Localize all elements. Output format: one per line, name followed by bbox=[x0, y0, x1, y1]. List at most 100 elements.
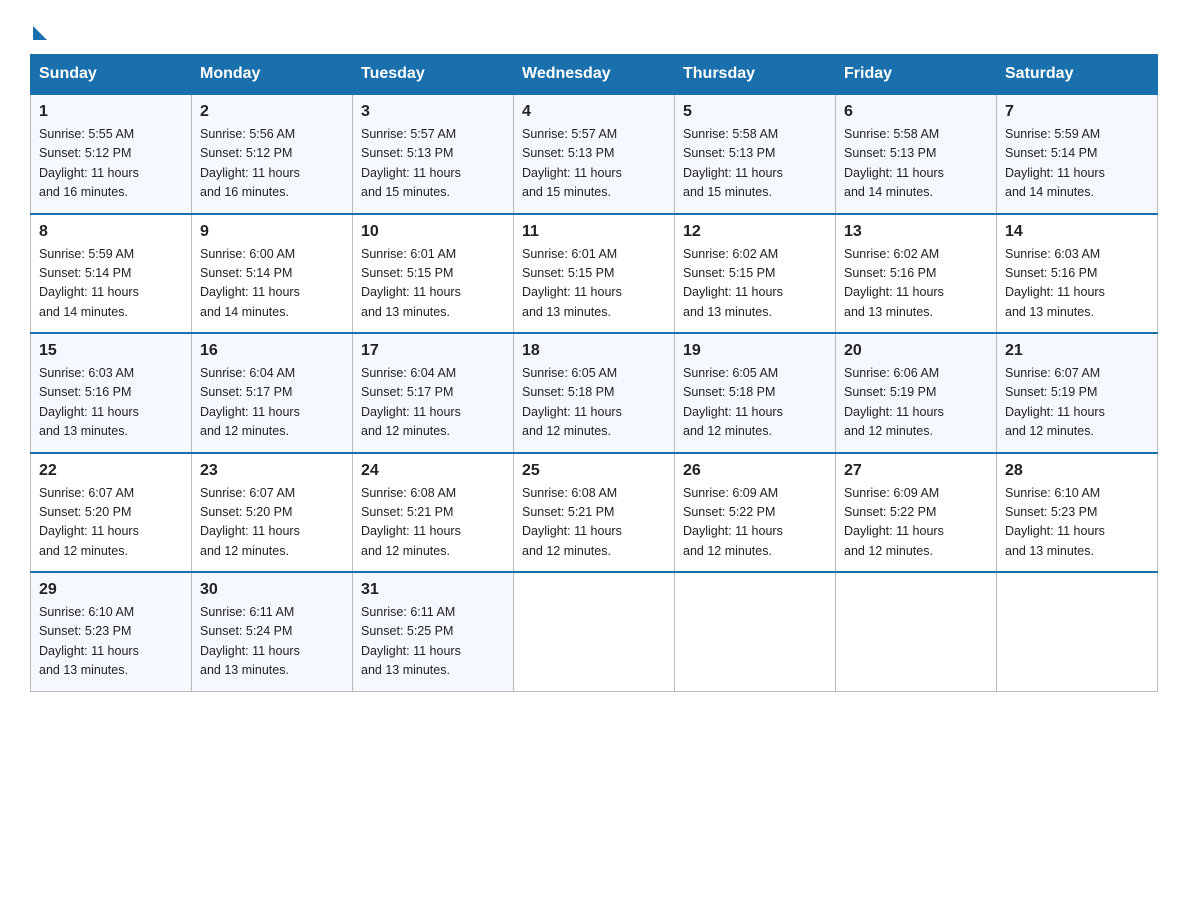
calendar-cell: 19 Sunrise: 6:05 AMSunset: 5:18 PMDayligh… bbox=[675, 333, 836, 453]
calendar-cell: 4Sunrise: 5:57 AMSunset: 5:13 PMDaylight… bbox=[514, 94, 675, 214]
day-info: Sunrise: 6:02 AMSunset: 5:16 PMDaylight:… bbox=[844, 245, 988, 323]
day-number: 3 bbox=[361, 103, 505, 121]
calendar-cell: 25 Sunrise: 6:08 AMSunset: 5:21 PMDayligh… bbox=[514, 453, 675, 573]
calendar-cell: 22Sunrise: 6:07 AMSunset: 5:20 PMDayligh… bbox=[31, 453, 192, 573]
day-number: 18 bbox=[522, 342, 666, 360]
calendar-cell: 12 Sunrise: 6:02 AMSunset: 5:15 PMDayligh… bbox=[675, 214, 836, 334]
day-info: Sunrise: 6:05 AMSunset: 5:18 PMDaylight:… bbox=[683, 364, 827, 442]
day-info: Sunrise: 6:11 AMSunset: 5:24 PMDaylight:… bbox=[200, 603, 344, 681]
day-number: 9 bbox=[200, 223, 344, 241]
day-number: 23 bbox=[200, 462, 344, 480]
day-number: 15 bbox=[39, 342, 183, 360]
week-row-3: 15Sunrise: 6:03 AMSunset: 5:16 PMDayligh… bbox=[31, 333, 1158, 453]
day-number: 31 bbox=[361, 581, 505, 599]
calendar-cell: 1Sunrise: 5:55 AMSunset: 5:12 PMDaylight… bbox=[31, 94, 192, 214]
header-friday: Friday bbox=[836, 55, 997, 95]
calendar-cell: 2 Sunrise: 5:56 AMSunset: 5:12 PMDaylight… bbox=[192, 94, 353, 214]
day-number: 19 bbox=[683, 342, 827, 360]
calendar-cell: 8 Sunrise: 5:59 AMSunset: 5:14 PMDaylight… bbox=[31, 214, 192, 334]
day-info: Sunrise: 5:56 AMSunset: 5:12 PMDaylight:… bbox=[200, 125, 344, 203]
day-number: 7 bbox=[1005, 103, 1149, 121]
calendar-cell: 26Sunrise: 6:09 AMSunset: 5:22 PMDayligh… bbox=[675, 453, 836, 573]
header-sunday: Sunday bbox=[31, 55, 192, 95]
day-number: 14 bbox=[1005, 223, 1149, 241]
day-info: Sunrise: 6:00 AMSunset: 5:14 PMDaylight:… bbox=[200, 245, 344, 323]
calendar-header-row: SundayMondayTuesdayWednesdayThursdayFrid… bbox=[31, 55, 1158, 95]
day-number: 17 bbox=[361, 342, 505, 360]
day-info: Sunrise: 6:01 AMSunset: 5:15 PMDaylight:… bbox=[361, 245, 505, 323]
header-wednesday: Wednesday bbox=[514, 55, 675, 95]
calendar-cell: 7 Sunrise: 5:59 AMSunset: 5:14 PMDaylight… bbox=[997, 94, 1158, 214]
day-info: Sunrise: 5:58 AMSunset: 5:13 PMDaylight:… bbox=[844, 125, 988, 203]
calendar-cell: 30 Sunrise: 6:11 AMSunset: 5:24 PMDayligh… bbox=[192, 572, 353, 691]
day-info: Sunrise: 6:01 AMSunset: 5:15 PMDaylight:… bbox=[522, 245, 666, 323]
page-header bbox=[30, 20, 1158, 36]
day-info: Sunrise: 5:57 AMSunset: 5:13 PMDaylight:… bbox=[361, 125, 505, 203]
day-info: Sunrise: 6:07 AMSunset: 5:20 PMDaylight:… bbox=[200, 484, 344, 562]
calendar-cell: 14 Sunrise: 6:03 AMSunset: 5:16 PMDayligh… bbox=[997, 214, 1158, 334]
header-tuesday: Tuesday bbox=[353, 55, 514, 95]
day-number: 8 bbox=[39, 223, 183, 241]
day-info: Sunrise: 6:04 AMSunset: 5:17 PMDaylight:… bbox=[200, 364, 344, 442]
day-info: Sunrise: 5:59 AMSunset: 5:14 PMDaylight:… bbox=[39, 245, 183, 323]
calendar-cell: 23 Sunrise: 6:07 AMSunset: 5:20 PMDayligh… bbox=[192, 453, 353, 573]
calendar-cell: 6 Sunrise: 5:58 AMSunset: 5:13 PMDaylight… bbox=[836, 94, 997, 214]
logo-arrow-icon bbox=[33, 26, 47, 40]
day-info: Sunrise: 6:10 AMSunset: 5:23 PMDaylight:… bbox=[39, 603, 183, 681]
day-info: Sunrise: 6:06 AMSunset: 5:19 PMDaylight:… bbox=[844, 364, 988, 442]
day-info: Sunrise: 5:57 AMSunset: 5:13 PMDaylight:… bbox=[522, 125, 666, 203]
header-monday: Monday bbox=[192, 55, 353, 95]
day-info: Sunrise: 6:04 AMSunset: 5:17 PMDaylight:… bbox=[361, 364, 505, 442]
day-info: Sunrise: 6:08 AMSunset: 5:21 PMDaylight:… bbox=[522, 484, 666, 562]
calendar-cell: 16 Sunrise: 6:04 AMSunset: 5:17 PMDayligh… bbox=[192, 333, 353, 453]
day-info: Sunrise: 6:08 AMSunset: 5:21 PMDaylight:… bbox=[361, 484, 505, 562]
calendar-cell: 21 Sunrise: 6:07 AMSunset: 5:19 PMDayligh… bbox=[997, 333, 1158, 453]
day-number: 21 bbox=[1005, 342, 1149, 360]
calendar-cell: 9 Sunrise: 6:00 AMSunset: 5:14 PMDaylight… bbox=[192, 214, 353, 334]
day-info: Sunrise: 6:11 AMSunset: 5:25 PMDaylight:… bbox=[361, 603, 505, 681]
day-number: 29 bbox=[39, 581, 183, 599]
day-info: Sunrise: 6:02 AMSunset: 5:15 PMDaylight:… bbox=[683, 245, 827, 323]
calendar-cell: 10 Sunrise: 6:01 AMSunset: 5:15 PMDayligh… bbox=[353, 214, 514, 334]
day-number: 16 bbox=[200, 342, 344, 360]
day-info: Sunrise: 6:05 AMSunset: 5:18 PMDaylight:… bbox=[522, 364, 666, 442]
day-number: 2 bbox=[200, 103, 344, 121]
calendar-cell: 17 Sunrise: 6:04 AMSunset: 5:17 PMDayligh… bbox=[353, 333, 514, 453]
logo bbox=[30, 20, 47, 36]
calendar-cell: 29 Sunrise: 6:10 AMSunset: 5:23 PMDayligh… bbox=[31, 572, 192, 691]
calendar-cell: 31 Sunrise: 6:11 AMSunset: 5:25 PMDayligh… bbox=[353, 572, 514, 691]
day-number: 10 bbox=[361, 223, 505, 241]
day-number: 30 bbox=[200, 581, 344, 599]
day-number: 5 bbox=[683, 103, 827, 121]
day-info: Sunrise: 6:09 AMSunset: 5:22 PMDaylight:… bbox=[844, 484, 988, 562]
day-number: 28 bbox=[1005, 462, 1149, 480]
day-number: 6 bbox=[844, 103, 988, 121]
calendar-table: SundayMondayTuesdayWednesdayThursdayFrid… bbox=[30, 54, 1158, 692]
header-thursday: Thursday bbox=[675, 55, 836, 95]
day-number: 20 bbox=[844, 342, 988, 360]
calendar-cell bbox=[514, 572, 675, 691]
calendar-cell bbox=[836, 572, 997, 691]
day-number: 24 bbox=[361, 462, 505, 480]
calendar-cell: 20 Sunrise: 6:06 AMSunset: 5:19 PMDayligh… bbox=[836, 333, 997, 453]
day-info: Sunrise: 5:58 AMSunset: 5:13 PMDaylight:… bbox=[683, 125, 827, 203]
day-info: Sunrise: 6:07 AMSunset: 5:20 PMDaylight:… bbox=[39, 484, 183, 562]
day-number: 1 bbox=[39, 103, 183, 121]
day-info: Sunrise: 6:10 AMSunset: 5:23 PMDaylight:… bbox=[1005, 484, 1149, 562]
header-saturday: Saturday bbox=[997, 55, 1158, 95]
calendar-cell: 24 Sunrise: 6:08 AMSunset: 5:21 PMDayligh… bbox=[353, 453, 514, 573]
calendar-cell bbox=[997, 572, 1158, 691]
day-info: Sunrise: 6:09 AMSunset: 5:22 PMDaylight:… bbox=[683, 484, 827, 562]
calendar-cell: 3 Sunrise: 5:57 AMSunset: 5:13 PMDaylight… bbox=[353, 94, 514, 214]
day-info: Sunrise: 6:03 AMSunset: 5:16 PMDaylight:… bbox=[1005, 245, 1149, 323]
day-number: 13 bbox=[844, 223, 988, 241]
day-info: Sunrise: 5:59 AMSunset: 5:14 PMDaylight:… bbox=[1005, 125, 1149, 203]
calendar-cell: 27Sunrise: 6:09 AMSunset: 5:22 PMDayligh… bbox=[836, 453, 997, 573]
day-number: 12 bbox=[683, 223, 827, 241]
calendar-cell: 5 Sunrise: 5:58 AMSunset: 5:13 PMDaylight… bbox=[675, 94, 836, 214]
day-number: 25 bbox=[522, 462, 666, 480]
calendar-cell bbox=[675, 572, 836, 691]
week-row-1: 1Sunrise: 5:55 AMSunset: 5:12 PMDaylight… bbox=[31, 94, 1158, 214]
day-info: Sunrise: 6:07 AMSunset: 5:19 PMDaylight:… bbox=[1005, 364, 1149, 442]
day-number: 11 bbox=[522, 223, 666, 241]
